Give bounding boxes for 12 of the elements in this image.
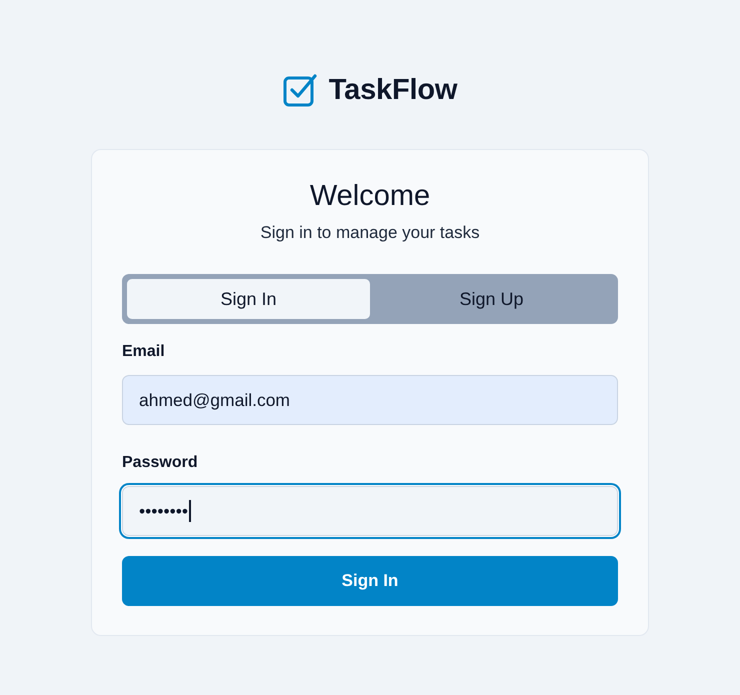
tab[interactable]: Sign Up (370, 279, 613, 319)
field-label: Password (122, 453, 199, 473)
field-label: Email (122, 342, 166, 362)
tab[interactable]: Sign In (127, 279, 370, 319)
input-field[interactable]: ahmed@gmail.com (122, 375, 618, 425)
sign-in-button[interactable]: Sign In (122, 556, 618, 606)
brand-name: TaskFlow (328, 74, 458, 106)
checkbox-logo-icon (282, 73, 317, 107)
text-cursor-icon (189, 500, 191, 522)
card-title: Welcome (308, 179, 432, 213)
card-subtitle: Sign in to manage your tasks (259, 222, 481, 244)
input-field[interactable]: •••••••• (122, 486, 618, 536)
